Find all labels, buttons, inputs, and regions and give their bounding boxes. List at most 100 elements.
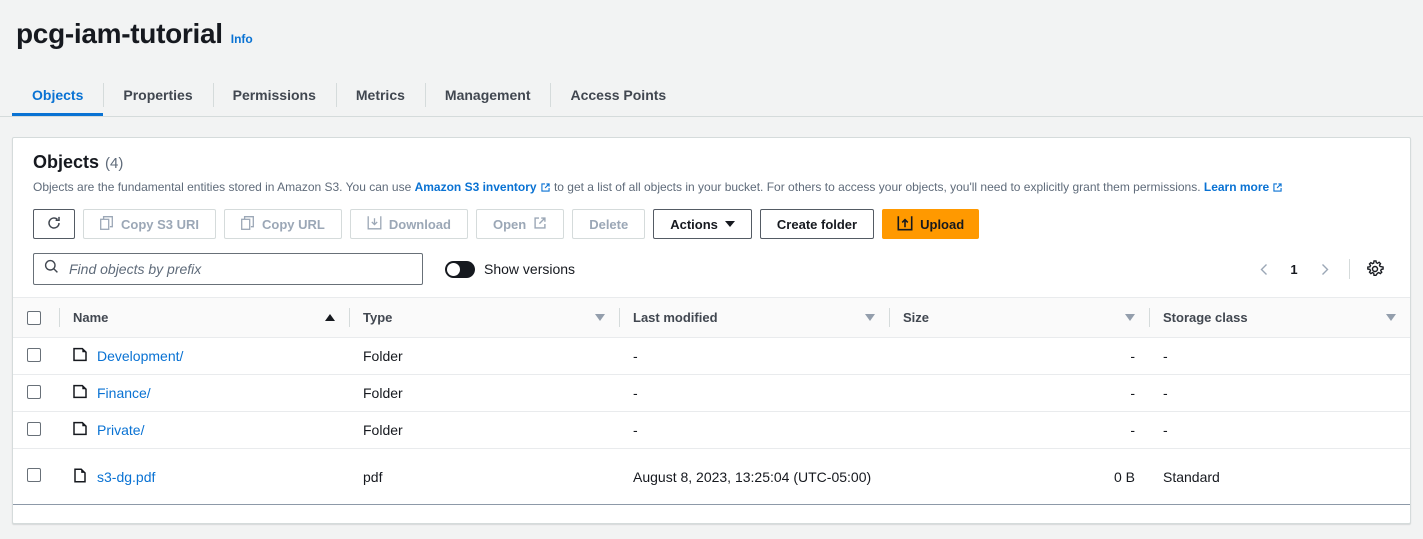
objects-table: Name Type Last modified Size Storage cla… xyxy=(13,297,1410,505)
objects-count: (4) xyxy=(105,155,124,172)
row-type-cell: Folder xyxy=(349,374,619,412)
file-icon xyxy=(73,467,88,486)
objects-toolbar: Copy S3 URI Copy URL Download Open Delet… xyxy=(13,197,1410,239)
folder-icon xyxy=(73,384,88,402)
row-storage-class-cell: - xyxy=(1149,411,1410,449)
actions-button[interactable]: Actions xyxy=(653,209,752,239)
external-link-icon xyxy=(533,216,547,233)
select-all-checkbox[interactable] xyxy=(27,310,41,325)
object-name-link[interactable]: s3-dg.pdf xyxy=(97,469,155,485)
row-checkbox[interactable] xyxy=(27,384,41,399)
row-select-cell xyxy=(13,374,59,412)
tab-access-points[interactable]: Access Points xyxy=(550,74,686,116)
row-type-cell: pdf xyxy=(349,448,619,505)
tab-management[interactable]: Management xyxy=(424,74,551,116)
tab-properties[interactable]: Properties xyxy=(103,74,212,116)
objects-filter-row: Show versions 1 xyxy=(13,239,1410,297)
open-label: Open xyxy=(492,216,527,232)
row-last-modified-cell: August 8, 2023, 13:25:04 (UTC-05:00) xyxy=(619,448,889,505)
external-link-icon xyxy=(1272,181,1283,197)
page-number[interactable]: 1 xyxy=(1281,262,1307,277)
select-all-header xyxy=(13,297,59,338)
previous-page-button[interactable] xyxy=(1249,254,1279,284)
toggle-switch[interactable] xyxy=(445,260,475,278)
row-checkbox[interactable] xyxy=(27,421,41,436)
table-row[interactable]: Finance/ Folder - - - xyxy=(13,374,1410,412)
column-header-type[interactable]: Type xyxy=(349,297,619,338)
toggle-knob xyxy=(447,262,460,276)
create-folder-button[interactable]: Create folder xyxy=(759,209,875,239)
tab-metrics[interactable]: Metrics xyxy=(335,74,425,116)
row-select-cell xyxy=(13,337,59,375)
column-header-name-label: Name xyxy=(73,310,109,325)
object-name-link[interactable]: Private/ xyxy=(97,422,144,438)
download-label: Download xyxy=(388,216,451,232)
pagination-divider xyxy=(1349,259,1350,279)
refresh-icon xyxy=(46,215,62,234)
copy-url-label: Copy URL xyxy=(262,216,325,232)
object-name-link[interactable]: Finance/ xyxy=(97,385,151,401)
row-name-cell: s3-dg.pdf xyxy=(59,448,349,505)
objects-panel-header: Objects (4) Objects are the fundamental … xyxy=(13,138,1410,197)
pagination: 1 xyxy=(1249,254,1390,284)
column-header-storage-class-label: Storage class xyxy=(1163,310,1248,325)
copy-url-button[interactable]: Copy URL xyxy=(224,209,342,239)
folder-icon xyxy=(73,347,88,365)
row-type-cell: Folder xyxy=(349,411,619,449)
objects-panel-title: Objects xyxy=(33,152,100,172)
next-page-button[interactable] xyxy=(1309,254,1339,284)
table-header-row: Name Type Last modified Size Storage cla… xyxy=(13,297,1410,338)
tab-metrics-label: Metrics xyxy=(355,87,405,103)
sort-icon xyxy=(1125,314,1135,321)
search-icon xyxy=(44,259,59,279)
table-row[interactable]: s3-dg.pdf pdf August 8, 2023, 13:25:04 (… xyxy=(13,448,1410,505)
search-box[interactable] xyxy=(33,253,423,285)
column-header-storage-class[interactable]: Storage class xyxy=(1149,297,1410,338)
show-versions-label: Show versions xyxy=(484,261,576,277)
row-storage-class-cell: - xyxy=(1149,337,1410,375)
column-header-size[interactable]: Size xyxy=(889,297,1149,338)
open-button[interactable]: Open xyxy=(475,209,565,239)
download-button[interactable]: Download xyxy=(349,209,468,239)
tab-permissions-label: Permissions xyxy=(232,87,316,103)
tab-access-points-label: Access Points xyxy=(570,87,667,103)
copy-s3-uri-button[interactable]: Copy S3 URI xyxy=(83,209,217,239)
tab-bar: Objects Properties Permissions Metrics M… xyxy=(0,74,1423,117)
row-name-cell: Finance/ xyxy=(59,374,349,412)
info-link[interactable]: Info xyxy=(231,31,253,47)
row-select-cell xyxy=(13,411,59,449)
table-row[interactable]: Private/ Folder - - - xyxy=(13,411,1410,449)
refresh-button[interactable] xyxy=(33,209,75,239)
download-icon xyxy=(367,215,382,233)
tab-objects-label: Objects xyxy=(32,87,84,103)
table-row[interactable]: Development/ Folder - - - xyxy=(13,337,1410,375)
search-input[interactable] xyxy=(67,260,412,278)
row-size-cell: - xyxy=(889,374,1149,412)
amazon-s3-inventory-link[interactable]: Amazon S3 inventory xyxy=(415,180,537,194)
column-header-name[interactable]: Name xyxy=(59,297,349,338)
copy-s3-uri-label: Copy S3 URI xyxy=(121,216,200,232)
description-text-2: to get a list of all objects in your buc… xyxy=(550,180,1204,194)
learn-more-link[interactable]: Learn more xyxy=(1204,180,1269,194)
tab-objects[interactable]: Objects xyxy=(12,74,103,116)
object-name-link[interactable]: Development/ xyxy=(97,348,183,364)
create-folder-label: Create folder xyxy=(776,216,858,232)
table-preferences-button[interactable] xyxy=(1360,254,1390,284)
actions-label: Actions xyxy=(670,216,718,232)
sort-icon xyxy=(595,314,605,321)
row-storage-class-cell: - xyxy=(1149,374,1410,412)
sort-ascending-icon xyxy=(325,314,335,321)
show-versions-toggle[interactable]: Show versions xyxy=(445,260,576,278)
tab-permissions[interactable]: Permissions xyxy=(212,74,336,116)
row-size-cell: - xyxy=(889,411,1149,449)
sort-icon xyxy=(1386,314,1396,321)
page-header: pcg-iam-tutorial Info xyxy=(0,0,1423,52)
external-link-icon xyxy=(540,181,551,197)
chevron-down-icon xyxy=(724,221,735,227)
row-checkbox[interactable] xyxy=(27,347,41,362)
column-header-last-modified[interactable]: Last modified xyxy=(619,297,889,338)
row-checkbox[interactable] xyxy=(27,468,41,482)
page-title: pcg-iam-tutorial xyxy=(16,18,223,49)
upload-button[interactable]: Upload xyxy=(882,209,980,239)
delete-button[interactable]: Delete xyxy=(572,209,646,239)
